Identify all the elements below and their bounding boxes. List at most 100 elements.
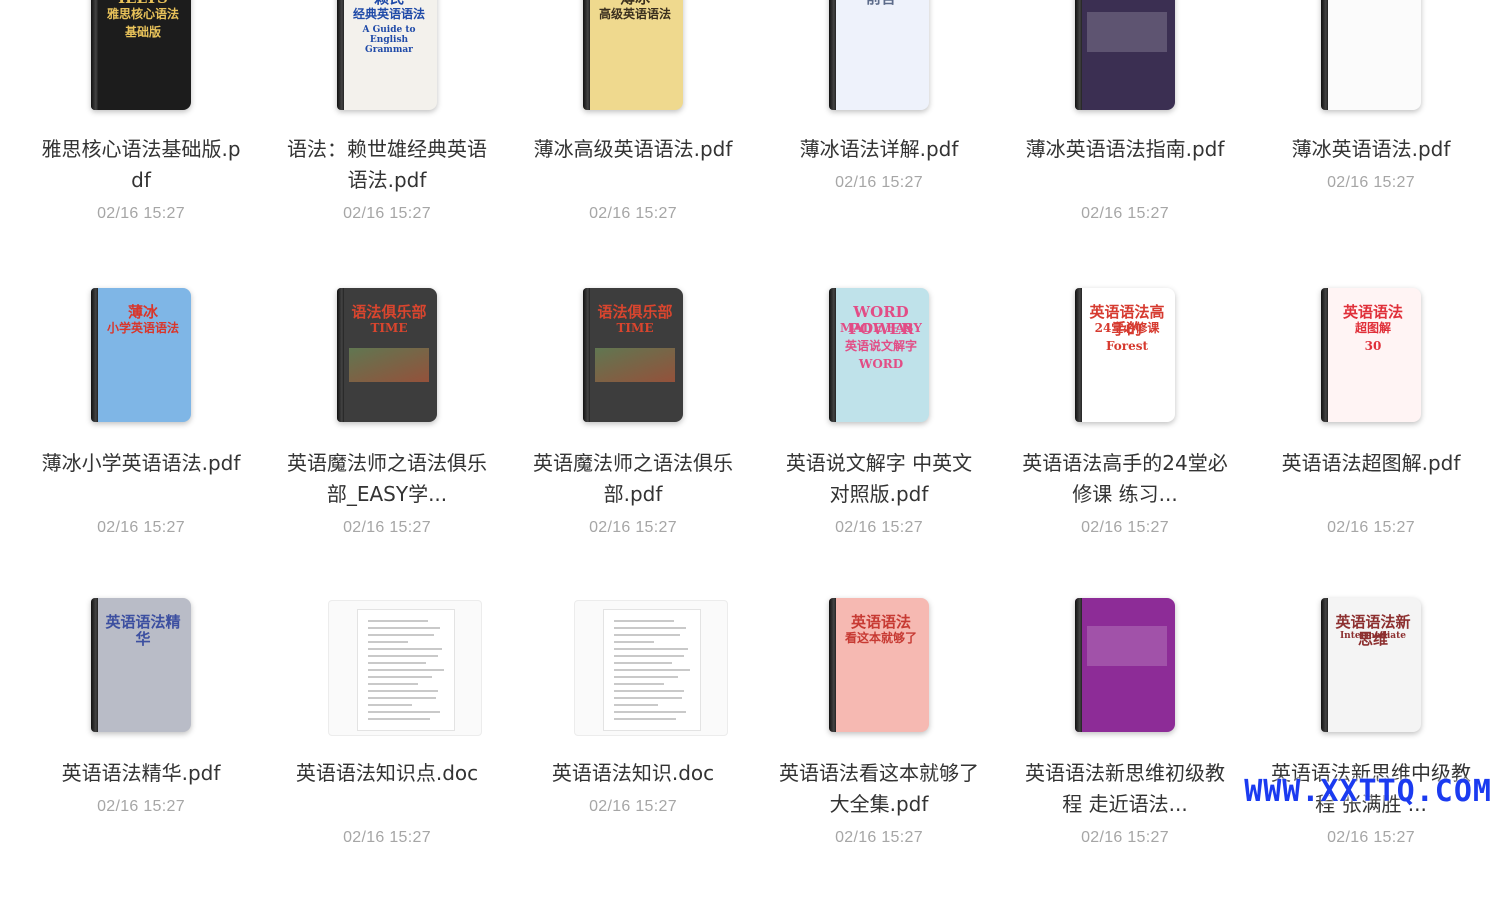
book-cover-thumbnail[interactable]: [1075, 598, 1175, 732]
file-name[interactable]: 英语说文解字 中英文对照版.pdf: [776, 448, 982, 510]
file-item[interactable]: WORD POWER MADE EASY 英语说文解字 WORD 英语说文解字 中英文对…: [756, 288, 1002, 588]
file-item[interactable]: 英语语法 看这本就够了 英语语法看这本就够了大全集.pdf 02/16 15:27: [756, 598, 1002, 898]
file-modified-date: 02/16 15:27: [97, 205, 185, 222]
cover-text: WORD: [858, 357, 904, 371]
file-item[interactable]: 赖氏经典英语语法 A Guide to English Grammar 语法：赖世雄…: [264, 0, 510, 298]
file-name[interactable]: 雅思核心语法基础版.pdf: [38, 134, 244, 196]
book-spine: [91, 288, 98, 422]
file-item[interactable]: 英语语法知识.doc 02/16 15:27: [510, 598, 756, 898]
book-spine: [583, 288, 590, 422]
file-item[interactable]: 薄冰 小学英语语法薄冰小学英语语法.pdf 02/16 15:27: [18, 288, 264, 588]
cover-graphic: [1087, 12, 1167, 52]
book-spine: [583, 0, 590, 110]
book-spine: [337, 0, 344, 110]
file-item[interactable]: 薄冰英语语法.pdf 02/16 15:27: [1248, 0, 1494, 298]
book-cover-thumbnail[interactable]: WORD POWER MADE EASY 英语说文解字 WORD: [829, 288, 929, 422]
cover-text: 英语说文解字: [844, 339, 917, 353]
file-modified-date: 02/16 15:27: [589, 205, 677, 222]
file-item[interactable]: 薄冰高级英语语法薄冰高级英语语法.pdf 02/16 15:27: [510, 0, 756, 298]
book-cover-thumbnail[interactable]: 薄冰 小学英语语法: [91, 288, 191, 422]
file-name[interactable]: 英语语法知识.doc: [530, 758, 736, 789]
file-item[interactable]: 薄冰英语语法指南.pdf 02/16 15:27: [1002, 0, 1248, 298]
file-name[interactable]: 英语语法精华.pdf: [38, 758, 244, 789]
cover-graphic: [1087, 626, 1167, 666]
book-cover-thumbnail[interactable]: 赖氏经典英语语法 A Guide to English Grammar: [337, 0, 437, 110]
file-name[interactable]: 薄冰英语语法.pdf: [1268, 134, 1474, 165]
book-spine: [91, 598, 98, 732]
file-item[interactable]: 语法俱乐部 TIME 英语魔法师之语法俱乐部_EASY学... 02/16 15:27: [264, 288, 510, 588]
file-item[interactable]: IELTS雅思核心语法基础版雅思核心语法基础版.pdf 02/16 15:27: [18, 0, 264, 298]
file-modified-date: 02/16 15:27: [1327, 519, 1415, 536]
cover-text: A Guide to English Grammar: [362, 25, 416, 55]
doc-page-preview: [603, 609, 701, 731]
file-name[interactable]: 英语语法高手的24堂必修课 练习...: [1022, 448, 1228, 510]
cover-text: 超图解: [1354, 321, 1391, 335]
file-item[interactable]: 语法俱乐部 TIME 英语魔法师之语法俱乐部.pdf 02/16 15:27: [510, 288, 756, 588]
file-item[interactable]: 英语语法新思维初级教程 走近语法... 02/16 15:27: [1002, 598, 1248, 898]
file-modified-date: 02/16 15:27: [1327, 829, 1415, 846]
book-cover-thumbnail[interactable]: 英语语法 看这本就够了: [829, 598, 929, 732]
book-spine: [1075, 598, 1082, 732]
file-modified-date: 02/16 15:27: [589, 519, 677, 536]
file-modified-date: 02/16 15:27: [343, 519, 431, 536]
file-name[interactable]: 英语语法新思维初级教程 走近语法...: [1022, 758, 1228, 820]
file-name[interactable]: 薄冰高级英语语法.pdf: [530, 134, 736, 196]
book-cover-thumbnail[interactable]: 前言: [829, 0, 929, 110]
book-cover-thumbnail[interactable]: 英语语法精华: [91, 598, 191, 732]
file-name[interactable]: 薄冰小学英语语法.pdf: [38, 448, 244, 510]
cover-text: 赖氏: [347, 0, 431, 7]
file-modified-date: 02/16 15:27: [1327, 174, 1415, 191]
book-cover-thumbnail[interactable]: 英语语法 超图解 30: [1321, 288, 1421, 422]
cover-text: 30: [1364, 339, 1382, 353]
book-cover-thumbnail[interactable]: 英语语法新思维 Intermediate: [1321, 598, 1421, 732]
file-name[interactable]: 薄冰语法详解.pdf: [776, 134, 982, 165]
file-modified-date: 02/16 15:27: [589, 798, 677, 815]
file-name[interactable]: 英语魔法师之语法俱乐部_EASY学...: [284, 448, 490, 510]
file-item[interactable]: 英语语法精华 英语语法精华.pdf 02/16 15:27: [18, 598, 264, 898]
file-modified-date: 02/16 15:27: [835, 174, 923, 191]
cover-text: 英语语法: [850, 613, 911, 631]
doc-thumbnail[interactable]: [328, 600, 482, 736]
cover-text: 语法俱乐部: [351, 303, 427, 321]
file-modified-date: 02/16 15:27: [343, 205, 431, 222]
file-name[interactable]: 薄冰英语语法指南.pdf: [1022, 134, 1228, 196]
book-cover-thumbnail[interactable]: 英语语法高手的 24堂必修课 Forest: [1075, 288, 1175, 422]
file-item[interactable]: 英语语法知识点.doc 02/16 15:27: [264, 598, 510, 898]
book-cover-thumbnail[interactable]: 薄冰高级英语语法: [583, 0, 683, 110]
cover-text: 看这本就够了: [844, 631, 917, 645]
book-cover-thumbnail[interactable]: [1075, 0, 1175, 110]
file-name[interactable]: 英语语法超图解.pdf: [1268, 448, 1474, 510]
cover-text: MADE EASY: [839, 321, 922, 335]
doc-page-preview: [357, 609, 455, 731]
book-spine: [91, 0, 98, 110]
file-item[interactable]: 英语语法 超图解 30 英语语法超图解.pdf 02/16 15:27: [1248, 288, 1494, 588]
cover-text: Intermediate: [1339, 631, 1407, 641]
file-name[interactable]: 语法：赖世雄经典英语语法.pdf: [284, 134, 490, 196]
file-modified-date: 02/16 15:27: [1081, 829, 1169, 846]
book-cover-thumbnail[interactable]: [1321, 0, 1421, 110]
cover-text: 语法俱乐部: [597, 303, 673, 321]
file-item[interactable]: 英语语法新思维 Intermediate 英语语法新思维中级教程 张满胜 ... 02…: [1248, 598, 1494, 898]
file-item[interactable]: 前言薄冰语法详解.pdf 02/16 15:27: [756, 0, 1002, 298]
book-cover-thumbnail[interactable]: 语法俱乐部 TIME: [583, 288, 683, 422]
file-name[interactable]: 英语语法看这本就够了大全集.pdf: [776, 758, 982, 820]
book-spine: [337, 288, 344, 422]
cover-band: [595, 348, 675, 382]
file-modified-date: 02/16 15:27: [1081, 519, 1169, 536]
file-name[interactable]: 英语魔法师之语法俱乐部.pdf: [530, 448, 736, 510]
doc-thumbnail[interactable]: [574, 600, 728, 736]
book-spine: [829, 0, 836, 110]
cover-text: 薄冰: [127, 303, 158, 321]
cover-text: 小学英语语法: [106, 321, 179, 335]
cover-text: Forest: [1105, 339, 1149, 353]
cover-text: IELTS: [101, 0, 185, 7]
file-modified-date: 02/16 15:27: [343, 829, 431, 846]
book-spine: [1075, 288, 1082, 422]
file-modified-date: 02/16 15:27: [97, 519, 185, 536]
book-cover-thumbnail[interactable]: 语法俱乐部 TIME: [337, 288, 437, 422]
file-name[interactable]: 英语语法知识点.doc: [284, 758, 490, 820]
file-item[interactable]: 英语语法高手的 24堂必修课 Forest 英语语法高手的24堂必修课 练习... 02…: [1002, 288, 1248, 588]
book-cover-thumbnail[interactable]: IELTS雅思核心语法基础版: [91, 0, 191, 110]
cover-text: 高级英语语法: [598, 7, 671, 21]
cover-text: 雅思核心语法: [106, 7, 179, 21]
